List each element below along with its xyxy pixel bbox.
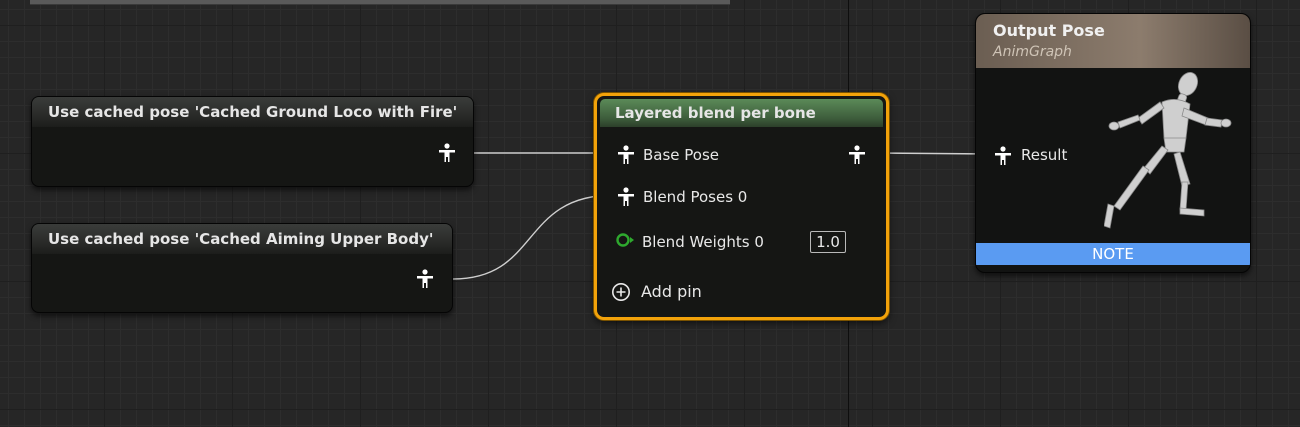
blend-weights-value-input[interactable]: 1.0: [810, 231, 846, 253]
node-title: Use cached pose 'Cached Aiming Upper Bod…: [32, 224, 452, 254]
layered-blend-per-bone-node[interactable]: Layered blend per bone Base Pose Blend P…: [594, 93, 889, 320]
output-pose-node[interactable]: Output Pose AnimGraph Result NOTE: [975, 13, 1251, 273]
blend-poses-label: Blend Poses 0: [643, 188, 748, 206]
node-subtitle: AnimGraph: [993, 44, 1072, 60]
float-pin-icon[interactable]: [614, 233, 636, 247]
node-title: Layered blend per bone: [600, 99, 883, 127]
result-input-pin-icon[interactable]: [994, 146, 1012, 166]
blend-poses-input-pin-icon[interactable]: [617, 187, 635, 207]
output-pose-header: Output Pose AnimGraph: [976, 14, 1250, 68]
wire-aiming-to-blend-poses: [452, 194, 615, 280]
pose-output-pin-icon[interactable]: [416, 269, 434, 289]
node-title: Use cached pose 'Cached Ground Loco with…: [32, 97, 473, 127]
plus-circle-icon: [612, 283, 630, 301]
base-pose-label: Base Pose: [643, 146, 720, 164]
result-label: Result: [1021, 146, 1068, 164]
mannequin-running-icon: [1104, 72, 1232, 229]
cached-pose-node-aiming-upper-body[interactable]: Use cached pose 'Cached Aiming Upper Bod…: [31, 223, 453, 313]
note-bar[interactable]: NOTE: [976, 243, 1250, 265]
node-title: Output Pose: [993, 21, 1105, 40]
add-pin-label: Add pin: [641, 282, 702, 301]
pose-output-pin-icon[interactable]: [848, 145, 866, 165]
blend-weights-label: Blend Weights 0: [642, 233, 764, 251]
cached-pose-node-ground-loco[interactable]: Use cached pose 'Cached Ground Loco with…: [31, 96, 474, 187]
pose-output-pin-icon[interactable]: [438, 143, 456, 163]
base-pose-input-pin-icon[interactable]: [617, 145, 635, 165]
